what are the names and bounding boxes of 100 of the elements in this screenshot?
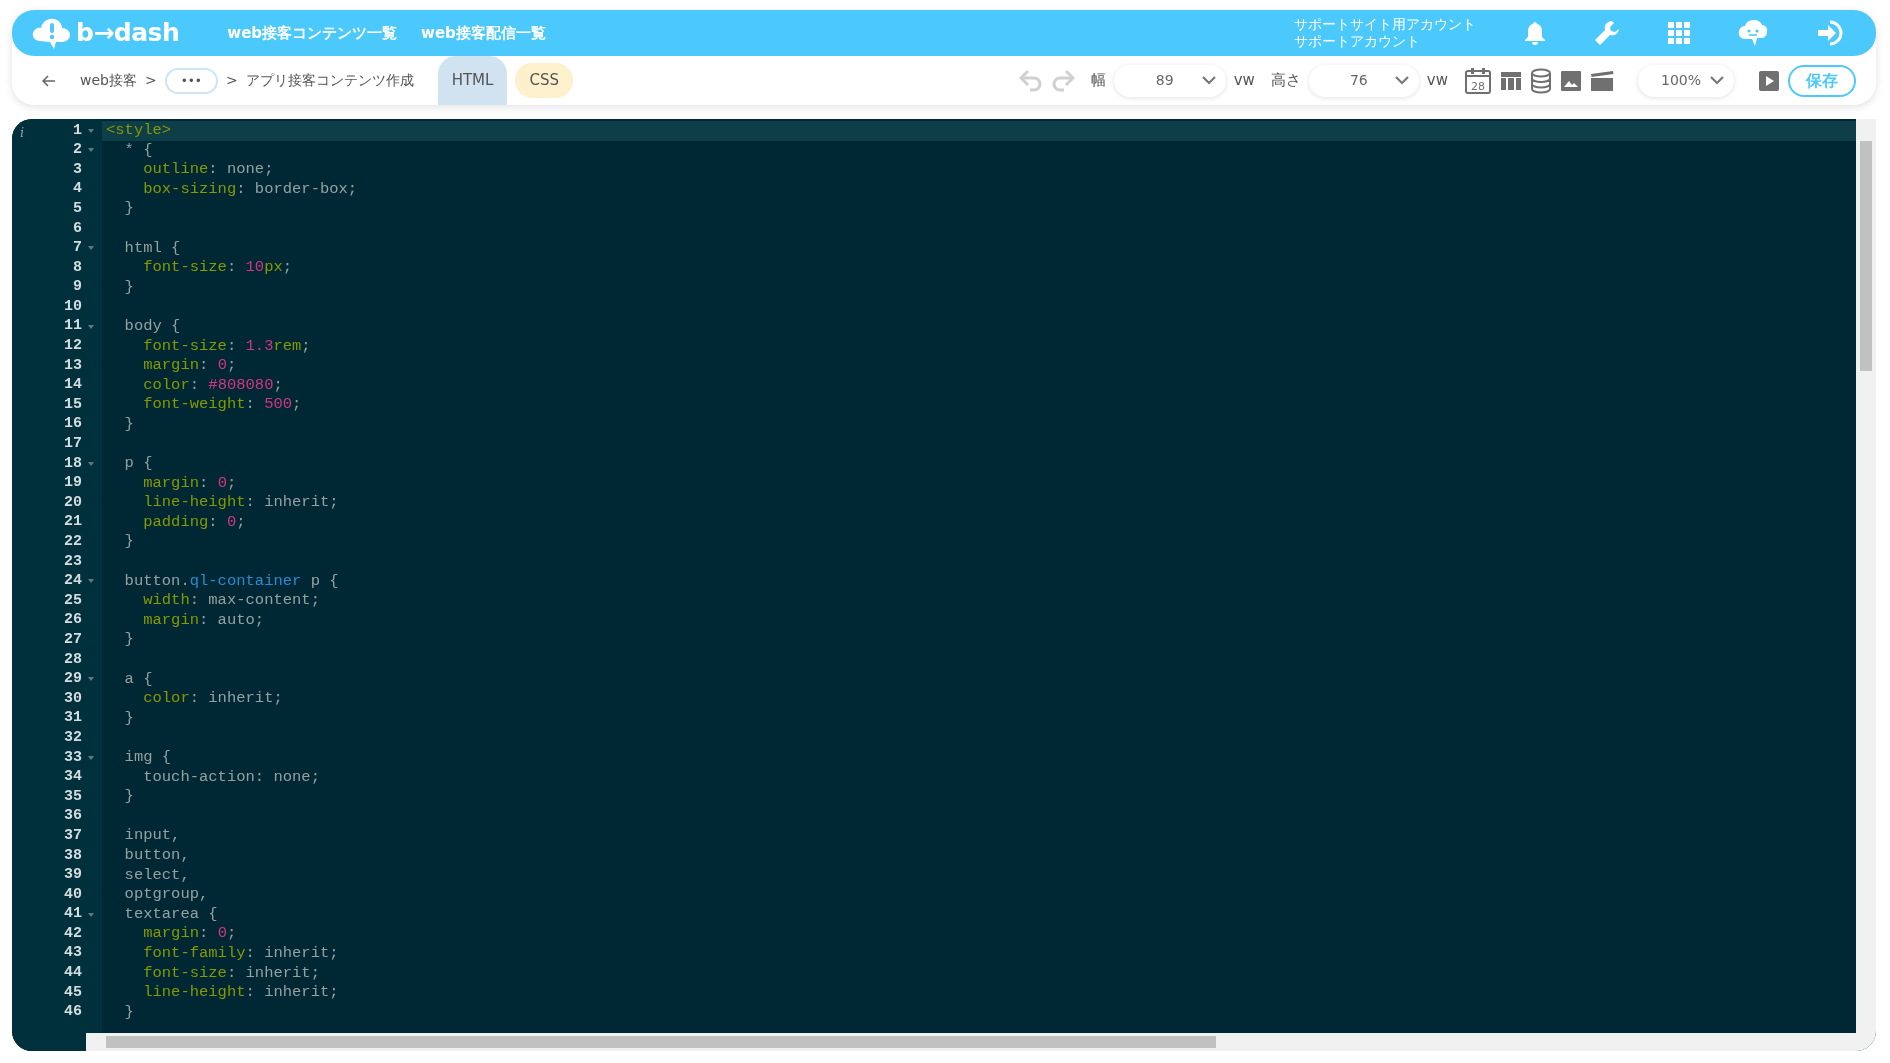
vertical-scrollbar[interactable] xyxy=(1856,119,1876,1051)
line-number: 8 xyxy=(73,257,82,278)
code-line: } xyxy=(123,787,135,807)
wrench-icon[interactable] xyxy=(1594,20,1620,46)
code-line: color: #808080; xyxy=(142,375,284,396)
table-icon[interactable] xyxy=(1500,69,1522,92)
line-number: 34 xyxy=(64,767,82,788)
height-label: 高さ xyxy=(1270,70,1301,92)
code-line: padding: 0; xyxy=(142,512,247,533)
scroll-thumb[interactable] xyxy=(106,1036,1216,1048)
line-number: 23 xyxy=(64,551,82,572)
code-line: font-size: 10px; xyxy=(142,258,294,278)
line-number: 11 xyxy=(64,316,82,337)
line-number: 42 xyxy=(64,923,82,944)
code-line: html { xyxy=(123,238,182,259)
width-select[interactable]: 89 xyxy=(1113,64,1226,97)
code-line: width: max-content; xyxy=(142,591,321,611)
code-line: img { xyxy=(123,748,173,768)
code-line: font-size: 1.3rem; xyxy=(142,336,312,357)
editor-tab[interactable]: CSS xyxy=(515,63,573,98)
code-line: margin: 0; xyxy=(142,356,238,376)
editor-tab[interactable]: HTML xyxy=(437,56,508,105)
code-line: } xyxy=(123,199,135,219)
line-number: 30 xyxy=(64,688,82,709)
breadcrumb-link[interactable]: web接客 xyxy=(80,70,137,91)
line-number: 18 xyxy=(64,453,82,474)
database-icon[interactable] xyxy=(1530,67,1552,94)
account-name: サポートサイト用アカウント サポートアカウント xyxy=(1294,15,1476,51)
line-number: 21 xyxy=(64,512,82,533)
scroll-thumb[interactable] xyxy=(1860,141,1872,371)
line-number: 45 xyxy=(64,982,82,1003)
code-line: line-height: inherit; xyxy=(142,983,340,1003)
code-line: button.ql-container p { xyxy=(123,571,340,592)
breadcrumb-separator: > xyxy=(225,71,238,90)
line-number: 17 xyxy=(64,434,82,455)
chevron-icon xyxy=(1201,76,1216,85)
code-line: a { xyxy=(123,669,154,690)
line-number: 40 xyxy=(64,884,82,905)
line-number: 41 xyxy=(64,904,82,925)
code-line: } xyxy=(123,277,135,298)
line-number: 2 xyxy=(73,140,82,161)
breadcrumb-separator: > xyxy=(144,71,157,90)
chevron-icon xyxy=(1710,76,1724,85)
line-number: 3 xyxy=(73,159,82,180)
line-number: 5 xyxy=(73,198,82,219)
line-number: 31 xyxy=(64,708,82,729)
height-unit: vw xyxy=(1426,70,1448,92)
code-line: input, xyxy=(123,826,182,846)
line-number: 39 xyxy=(64,865,82,886)
line-number: 33 xyxy=(64,747,82,768)
code-line: body { xyxy=(123,316,182,337)
code-line: touch-action: none; xyxy=(142,767,321,788)
line-number: 38 xyxy=(64,845,82,866)
bell-icon[interactable] xyxy=(1524,21,1546,45)
code-line: p { xyxy=(123,454,154,474)
line-number: 26 xyxy=(64,610,82,631)
code-line: } xyxy=(123,630,135,651)
line-number: 19 xyxy=(64,473,82,494)
code-line: select, xyxy=(123,865,191,886)
play-icon[interactable] xyxy=(1758,69,1780,92)
line-number: 13 xyxy=(64,355,82,376)
line-number: 36 xyxy=(64,806,82,827)
code-line: } xyxy=(123,708,135,729)
more-button[interactable]: ••• xyxy=(164,67,218,94)
chevron-icon xyxy=(1394,76,1409,85)
image-icon[interactable] xyxy=(1560,69,1582,92)
line-number: 20 xyxy=(64,492,82,513)
zoom-select[interactable]: 100% xyxy=(1638,64,1734,97)
line-number: 32 xyxy=(64,727,82,748)
line-number: 22 xyxy=(64,532,82,552)
line-number: 1 xyxy=(73,120,82,141)
width-label: 幅 xyxy=(1090,70,1106,92)
line-number: 14 xyxy=(64,375,82,396)
clapperboard-icon[interactable] xyxy=(1590,69,1614,92)
code-editor[interactable] xyxy=(12,119,1876,1051)
line-number: 46 xyxy=(64,1002,82,1023)
height-select[interactable]: 76 xyxy=(1308,64,1419,97)
line-number: 15 xyxy=(64,394,82,415)
back-arrow-icon[interactable] xyxy=(42,74,56,87)
breadcrumb-current: アプリ接客コンテンツ作成 xyxy=(245,71,414,90)
code-line: font-weight: 500; xyxy=(142,395,303,415)
code-line: box-sizing: border-box; xyxy=(142,179,359,200)
code-line: } xyxy=(123,1002,135,1023)
code-line: color: inherit; xyxy=(142,689,284,709)
line-number: 6 xyxy=(73,218,82,239)
line-number: 10 xyxy=(64,296,82,317)
width-unit: vw xyxy=(1233,70,1255,92)
code-line: font-family: inherit; xyxy=(142,943,340,964)
horizontal-scrollbar[interactable] xyxy=(86,1033,1856,1051)
line-number: 9 xyxy=(73,277,82,298)
code-line: line-height: inherit; xyxy=(142,493,340,513)
line-number: 29 xyxy=(64,669,82,690)
code-line: optgroup, xyxy=(123,885,210,905)
calendar-icon[interactable]: 28 xyxy=(1464,66,1492,95)
grid-icon[interactable] xyxy=(1668,22,1690,44)
line-number: 44 xyxy=(64,963,82,984)
line-number: 43 xyxy=(64,943,82,964)
line-number: 12 xyxy=(64,336,82,357)
line-number: 35 xyxy=(64,786,82,807)
code-line: margin: auto; xyxy=(142,610,266,631)
